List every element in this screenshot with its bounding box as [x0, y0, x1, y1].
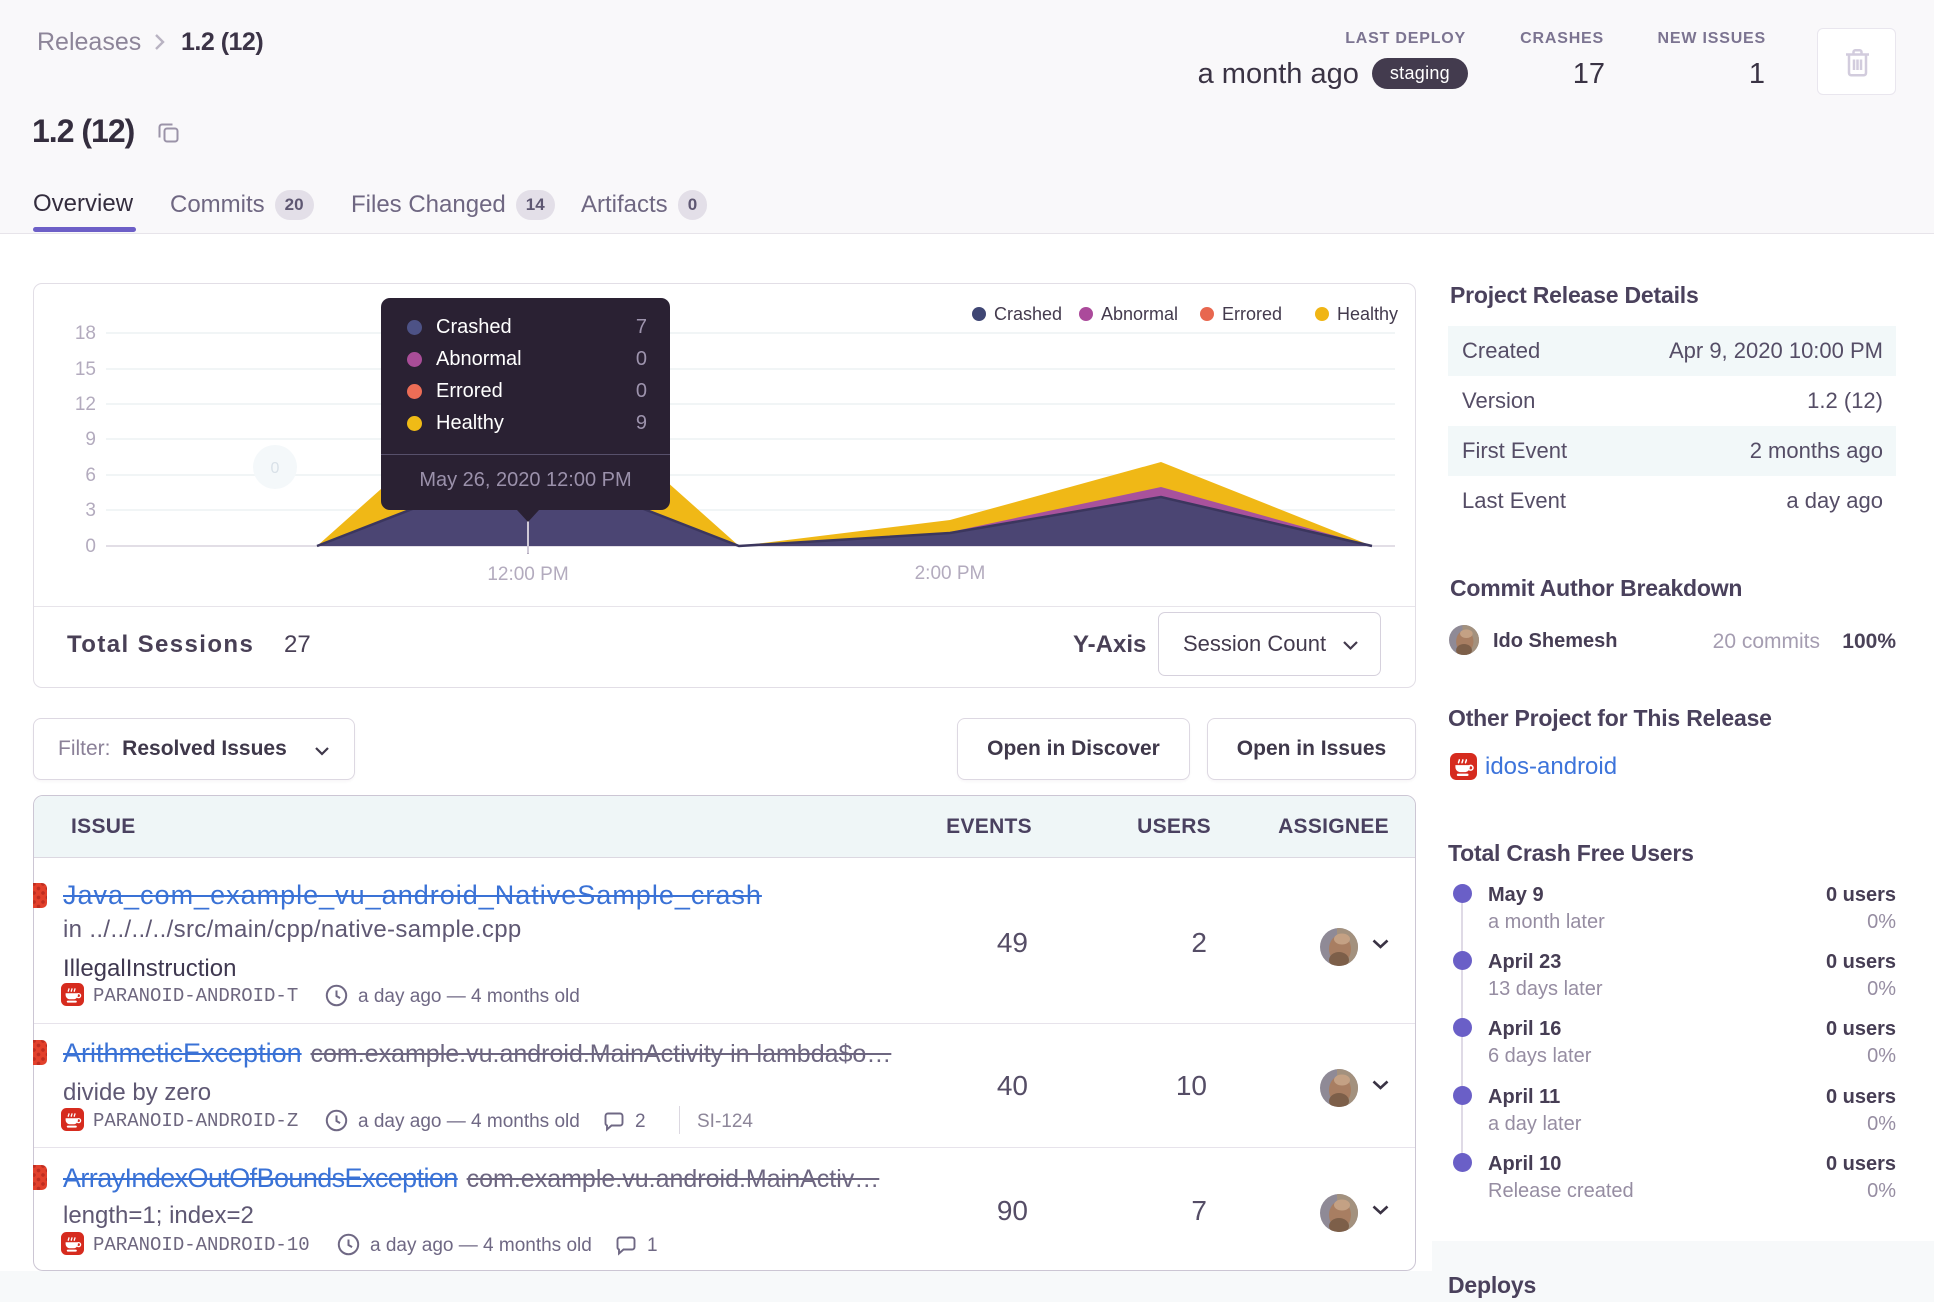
svg-text:Errored: Errored: [1222, 304, 1282, 324]
svg-text:12: 12: [75, 394, 96, 415]
svg-text:9: 9: [85, 429, 96, 450]
svg-text:3: 3: [85, 500, 96, 521]
svg-text:15: 15: [75, 359, 96, 380]
svg-text:Healthy: Healthy: [1337, 304, 1398, 324]
svg-text:6: 6: [85, 465, 96, 486]
svg-text:0: 0: [271, 460, 280, 477]
svg-text:2:00 PM: 2:00 PM: [915, 563, 986, 584]
svg-text:0: 0: [85, 536, 96, 557]
svg-text:Crashed: Crashed: [994, 304, 1062, 324]
svg-text:12:00 PM: 12:00 PM: [487, 564, 568, 585]
svg-text:Abnormal: Abnormal: [1101, 304, 1178, 324]
svg-text:18: 18: [75, 323, 96, 344]
